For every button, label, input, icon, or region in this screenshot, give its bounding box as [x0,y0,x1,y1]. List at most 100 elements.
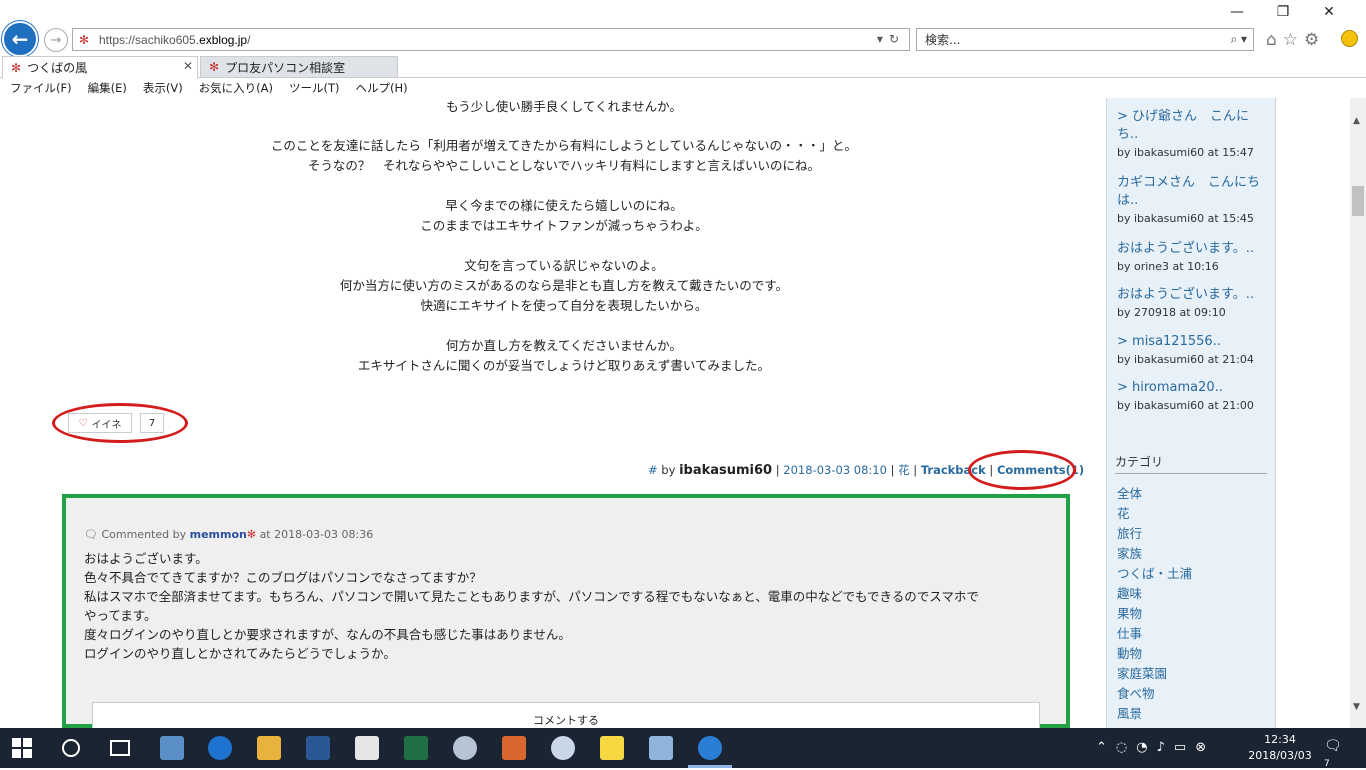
comment-line: 色々不具合でてきてますか？このブログはパソコンでなさってますか？ [84,570,482,585]
write-comment-button[interactable]: コメントする [92,702,1040,728]
tab-label: プロ友パソコン相談室 [225,60,346,75]
post-category-link[interactable]: 花 [898,463,910,477]
comment-line: やってます。 [84,608,157,623]
comment-icon: 🗨 [84,528,98,541]
ime-icon[interactable]: ⊗ [1195,740,1215,755]
paint-icon[interactable] [453,736,477,760]
taskbar: ⌃◌◔♪▭⊗ 12:34 2018/03/03 🗨7 [0,728,1366,769]
back-button[interactable]: ← [2,21,38,57]
forward-button[interactable]: → [44,28,68,52]
tab-tsukuba[interactable]: ✻ つくばの風 ✕ [2,56,198,78]
search-icon[interactable]: ⌕ ▾ [1230,32,1247,47]
close-window-icon[interactable]: ✕ [1306,4,1352,20]
keyboard-icon[interactable]: ▭ [1174,740,1195,755]
menu-edit[interactable]: 編集(E) [88,80,127,96]
page-viewport: もう少し使い勝手良くしてくれませんか。 このことを友達に話したら「利用者が増えて… [0,98,1350,728]
recent-comment-title[interactable]: > misa121556.. [1117,333,1269,351]
search-input[interactable]: 検索... ⌕ ▾ [916,28,1254,51]
sticky-notes-icon[interactable] [600,736,624,760]
comment-author-link[interactable]: memmon [190,528,247,541]
address-controls[interactable]: ▾↻ [877,32,905,46]
menu-file[interactable]: ファイル(F) [10,80,72,96]
post-line: このままではエキサイトファンが減っちゃうわよ。 [420,218,708,233]
category-link[interactable]: 花 [1117,503,1130,522]
comment-line: 度々ログインのやり直しとか要求されますが、なんの不具合も感じた事はありません。 [84,627,571,642]
remote-desktop-icon[interactable] [649,736,673,760]
favorites-star-icon[interactable]: ☆ [1283,30,1304,50]
permalink-link[interactable]: # [648,463,658,477]
post-line: 文句を言っている訳じゃないのよ。 [464,258,664,273]
comments-highlight-oval [968,450,1076,490]
toolbox-icon[interactable] [502,736,526,760]
store-icon[interactable] [355,736,379,760]
scroll-down-icon[interactable]: ▼ [1353,702,1360,712]
snipping-tool-icon[interactable] [160,736,184,760]
recent-comment-meta: by ibakasumi60 at 21:00 [1117,399,1254,412]
recent-comment-title[interactable]: おはようございます。.. [1117,286,1269,304]
category-link[interactable]: 仕事 [1117,623,1142,642]
volume-icon[interactable]: ♪ [1157,740,1174,755]
taskbar-clock[interactable]: 12:34 2018/03/03 [1248,732,1312,764]
address-bar[interactable]: ✻ https://sachiko605.exblog.jp/ ▾↻ [72,28,910,51]
task-view-icon[interactable] [110,740,130,756]
category-link[interactable]: つくば・土浦 [1117,563,1192,582]
category-link[interactable]: 趣味 [1117,583,1142,602]
cortana-icon[interactable] [62,739,80,757]
menu-tools[interactable]: ツール(T) [289,80,340,96]
category-link[interactable]: 果物 [1117,603,1142,622]
windows-start-icon[interactable] [12,738,32,758]
tab-strip: ✻ つくばの風 ✕ ✻ プロ友パソコン相談室 [0,54,1366,129]
scroll-up-icon[interactable]: ▲ [1353,116,1360,126]
excel-icon[interactable] [404,736,428,760]
paint-app-icon[interactable] [551,736,575,760]
dropdown-icon[interactable]: ▾ [877,32,889,46]
tab-pc-soudan[interactable]: ✻ プロ友パソコン相談室 [200,56,398,78]
feedback-smiley-icon[interactable] [1341,30,1358,47]
recent-comment-title[interactable]: おはようございます。.. [1117,240,1269,258]
file-explorer-icon[interactable] [257,736,281,760]
browser-tools: ⌂☆⚙ [1266,30,1325,50]
vertical-scrollbar[interactable]: ▲ ▼ [1350,98,1366,728]
notification-icon[interactable]: 🗨7 [1324,738,1344,769]
category-link[interactable]: 旅行 [1117,523,1142,542]
recent-comment-title[interactable]: > ひげ爺さん こんにち.. [1117,108,1269,144]
menu-help[interactable]: ヘルプ(H) [356,80,408,96]
gear-icon[interactable]: ⚙ [1304,30,1325,50]
author-badge-icon: ✻ [246,528,257,541]
edge-icon[interactable] [208,736,232,760]
window-controls: — ❐ ✕ [1214,4,1352,20]
recent-comment-item[interactable]: カギコメさん こんにちは.. by ibakasumi60 at 15:45 [1117,174,1269,225]
clock-date: 2018/03/03 [1248,749,1312,762]
recent-comment-item[interactable]: > ひげ爺さん こんにち.. by ibakasumi60 at 15:47 [1117,108,1269,159]
menu-view[interactable]: 表示(V) [143,80,183,96]
internet-explorer-icon[interactable] [698,736,722,760]
recent-comment-title[interactable]: カギコメさん こんにちは.. [1117,174,1269,210]
word-icon[interactable] [306,736,330,760]
close-tab-icon[interactable]: ✕ [183,59,193,73]
scroll-thumb[interactable] [1352,186,1364,216]
category-link[interactable]: 食べ物 [1117,683,1155,702]
category-link[interactable]: 全体 [1117,483,1142,502]
category-link[interactable]: 動物 [1117,643,1142,662]
wifi-icon[interactable]: ◔ [1136,740,1156,755]
chevron-up-icon[interactable]: ⌃ [1096,740,1116,755]
category-link[interactable]: 家庭菜園 [1117,663,1167,682]
tab-label: つくばの風 [27,61,88,75]
recent-comment-item[interactable]: おはようございます。.. by 270918 at 09:10 [1117,286,1269,319]
recent-comment-item[interactable]: > misa121556.. by ibakasumi60 at 21:04 [1117,333,1269,366]
recent-comment-title[interactable]: > hiromama20.. [1117,379,1269,397]
refresh-icon[interactable]: ↻ [889,32,905,46]
recent-comment-item[interactable]: > hiromama20.. by ibakasumi60 at 21:00 [1117,379,1269,412]
site-favicon-icon: ✻ [79,32,90,47]
menu-favorites[interactable]: お気に入り(A) [199,80,273,96]
home-icon[interactable]: ⌂ [1266,30,1283,50]
category-link[interactable]: 風景 [1117,703,1142,722]
restore-icon[interactable]: ❐ [1260,4,1306,20]
post-line: そうなの？ それならややこしいことしないでハッキリ有料にしますと言えばいいのにね… [307,158,821,173]
recent-comment-item[interactable]: おはようございます。.. by orine3 at 10:16 [1117,240,1269,273]
post-date-link[interactable]: 2018-03-03 08:10 [783,463,887,477]
sidebar: > ひげ爺さん こんにち.. by ibakasumi60 at 15:47 カ… [1106,98,1276,728]
minimize-icon[interactable]: — [1214,4,1260,20]
network-icon[interactable]: ◌ [1116,740,1136,755]
category-link[interactable]: 家族 [1117,543,1142,562]
